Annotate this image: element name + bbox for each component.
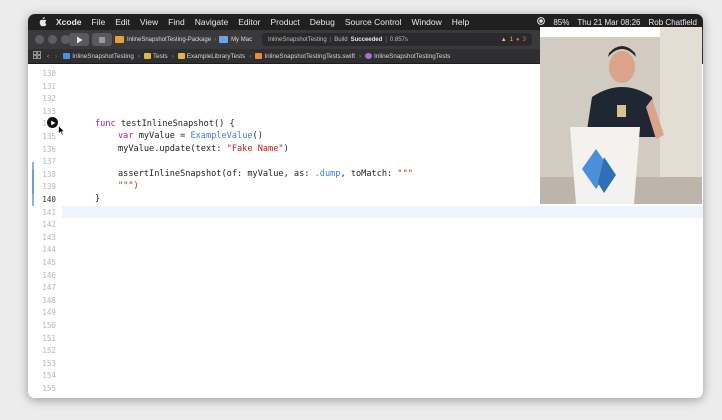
activity-status: InlineSnapshotTesting | Build Succeeded … xyxy=(262,33,532,46)
folder-icon xyxy=(177,53,185,59)
line-number[interactable]: 135 xyxy=(28,132,56,141)
menu-file[interactable]: File xyxy=(92,17,106,27)
clock[interactable]: Thu 21 Mar 08:26 xyxy=(577,18,640,27)
line-number[interactable]: 143 xyxy=(28,233,56,242)
code-line-138: assertInlineSnapshot(of: myValue, as: .d… xyxy=(118,169,413,179)
menu-product[interactable]: Product xyxy=(270,17,299,27)
breadcrumb-class[interactable]: InlineSnapshotTestingTests xyxy=(365,53,450,60)
line-number[interactable]: 152 xyxy=(28,346,56,355)
record-icon[interactable] xyxy=(537,17,546,27)
mouse-cursor-icon xyxy=(58,125,65,136)
close-window-button[interactable] xyxy=(35,35,44,44)
error-count: 3 xyxy=(522,36,526,43)
breadcrumb-tests[interactable]: Tests xyxy=(143,53,168,60)
apple-icon[interactable] xyxy=(38,17,48,27)
code-line-140: } xyxy=(95,194,101,204)
forward-arrow-icon[interactable]: › xyxy=(55,53,57,60)
destination-name: My Mac xyxy=(231,36,253,43)
line-number[interactable]: 153 xyxy=(28,359,56,368)
related-items-icon[interactable] xyxy=(33,51,41,61)
class-icon xyxy=(365,53,373,59)
back-arrow-icon[interactable]: ‹ xyxy=(47,53,49,60)
breadcrumb-example-library-tests[interactable]: ExampleLibraryTests xyxy=(177,53,245,60)
error-icon: ● xyxy=(516,36,520,43)
issue-counts[interactable]: ▲ 1 ● 3 xyxy=(501,33,532,46)
warning-icon: ▲ xyxy=(500,36,507,43)
status-project: InlineSnapshotTesting xyxy=(268,36,327,43)
stop-button[interactable] xyxy=(92,33,112,46)
line-number[interactable]: 142 xyxy=(28,220,56,229)
swift-file-icon xyxy=(255,53,263,59)
line-number[interactable]: 150 xyxy=(28,321,56,330)
project-icon xyxy=(63,53,71,59)
line-number[interactable]: 145 xyxy=(28,258,56,267)
folder-icon xyxy=(143,53,151,59)
menu-source-control[interactable]: Source Control xyxy=(345,17,402,27)
code-line-139: """) xyxy=(118,181,139,191)
line-number[interactable]: 144 xyxy=(28,245,56,254)
line-number[interactable]: 133 xyxy=(28,107,56,116)
menu-navigate[interactable]: Navigate xyxy=(195,17,229,27)
line-number[interactable]: 132 xyxy=(28,94,56,103)
line-number[interactable]: 130 xyxy=(28,69,56,78)
line-number[interactable]: 149 xyxy=(28,308,56,317)
warning-count: 1 xyxy=(509,36,514,43)
scheme-selector[interactable]: InlineSnapshotTesting-Package › My Mac xyxy=(115,33,252,46)
breadcrumb-file[interactable]: InlineSnapshotTestingTests.swift xyxy=(255,53,355,60)
code-line-134: func testInlineSnapshot() { xyxy=(95,119,235,129)
code-line-135: var myValue = ExampleValue() xyxy=(118,131,263,141)
line-number[interactable]: 154 xyxy=(28,371,56,380)
play-icon xyxy=(76,36,82,43)
menu-view[interactable]: View xyxy=(140,17,158,27)
breadcrumb-project[interactable]: InlineSnapshotTesting xyxy=(63,53,134,60)
xcode-window: Xcode File Edit View Find Navigate Edito… xyxy=(28,14,703,398)
line-number[interactable]: 140 xyxy=(28,195,56,204)
run-test-button[interactable] xyxy=(47,117,58,128)
line-number[interactable]: 139 xyxy=(28,182,56,191)
menu-edit[interactable]: Edit xyxy=(115,17,130,27)
line-number[interactable]: 141 xyxy=(28,208,56,217)
user-name[interactable]: Rob Chatfield xyxy=(649,18,697,27)
line-number[interactable]: 137 xyxy=(28,157,56,166)
mac-icon xyxy=(219,36,229,43)
battery-percent[interactable]: 85% xyxy=(553,18,569,27)
code-line-136: myValue.update(text: "Fake Name") xyxy=(118,144,289,154)
speaker-video xyxy=(540,27,702,204)
line-number[interactable]: 131 xyxy=(28,82,56,91)
line-number[interactable]: 138 xyxy=(28,170,56,179)
line-number[interactable]: 147 xyxy=(28,283,56,292)
line-number[interactable]: 155 xyxy=(28,384,56,393)
line-number[interactable]: 148 xyxy=(28,296,56,305)
menu-xcode[interactable]: Xcode xyxy=(56,17,82,27)
status-time: 0.857s xyxy=(389,36,408,43)
current-line-highlight xyxy=(62,206,703,218)
line-number[interactable]: 151 xyxy=(28,334,56,343)
menu-debug[interactable]: Debug xyxy=(310,17,335,27)
line-number[interactable]: 136 xyxy=(28,145,56,154)
menu-window[interactable]: Window xyxy=(412,17,442,27)
menu-editor[interactable]: Editor xyxy=(238,17,260,27)
status-result: Succeeded xyxy=(350,36,383,43)
menu-help[interactable]: Help xyxy=(452,17,469,27)
scheme-name: InlineSnapshotTesting-Package xyxy=(127,36,212,43)
minimize-window-button[interactable] xyxy=(48,35,57,44)
package-icon xyxy=(115,36,124,43)
menu-find[interactable]: Find xyxy=(168,17,185,27)
play-icon xyxy=(50,120,55,125)
line-number[interactable]: 146 xyxy=(28,271,56,280)
status-build: Build xyxy=(334,36,348,43)
stop-icon xyxy=(99,36,105,43)
run-button[interactable] xyxy=(69,33,89,46)
